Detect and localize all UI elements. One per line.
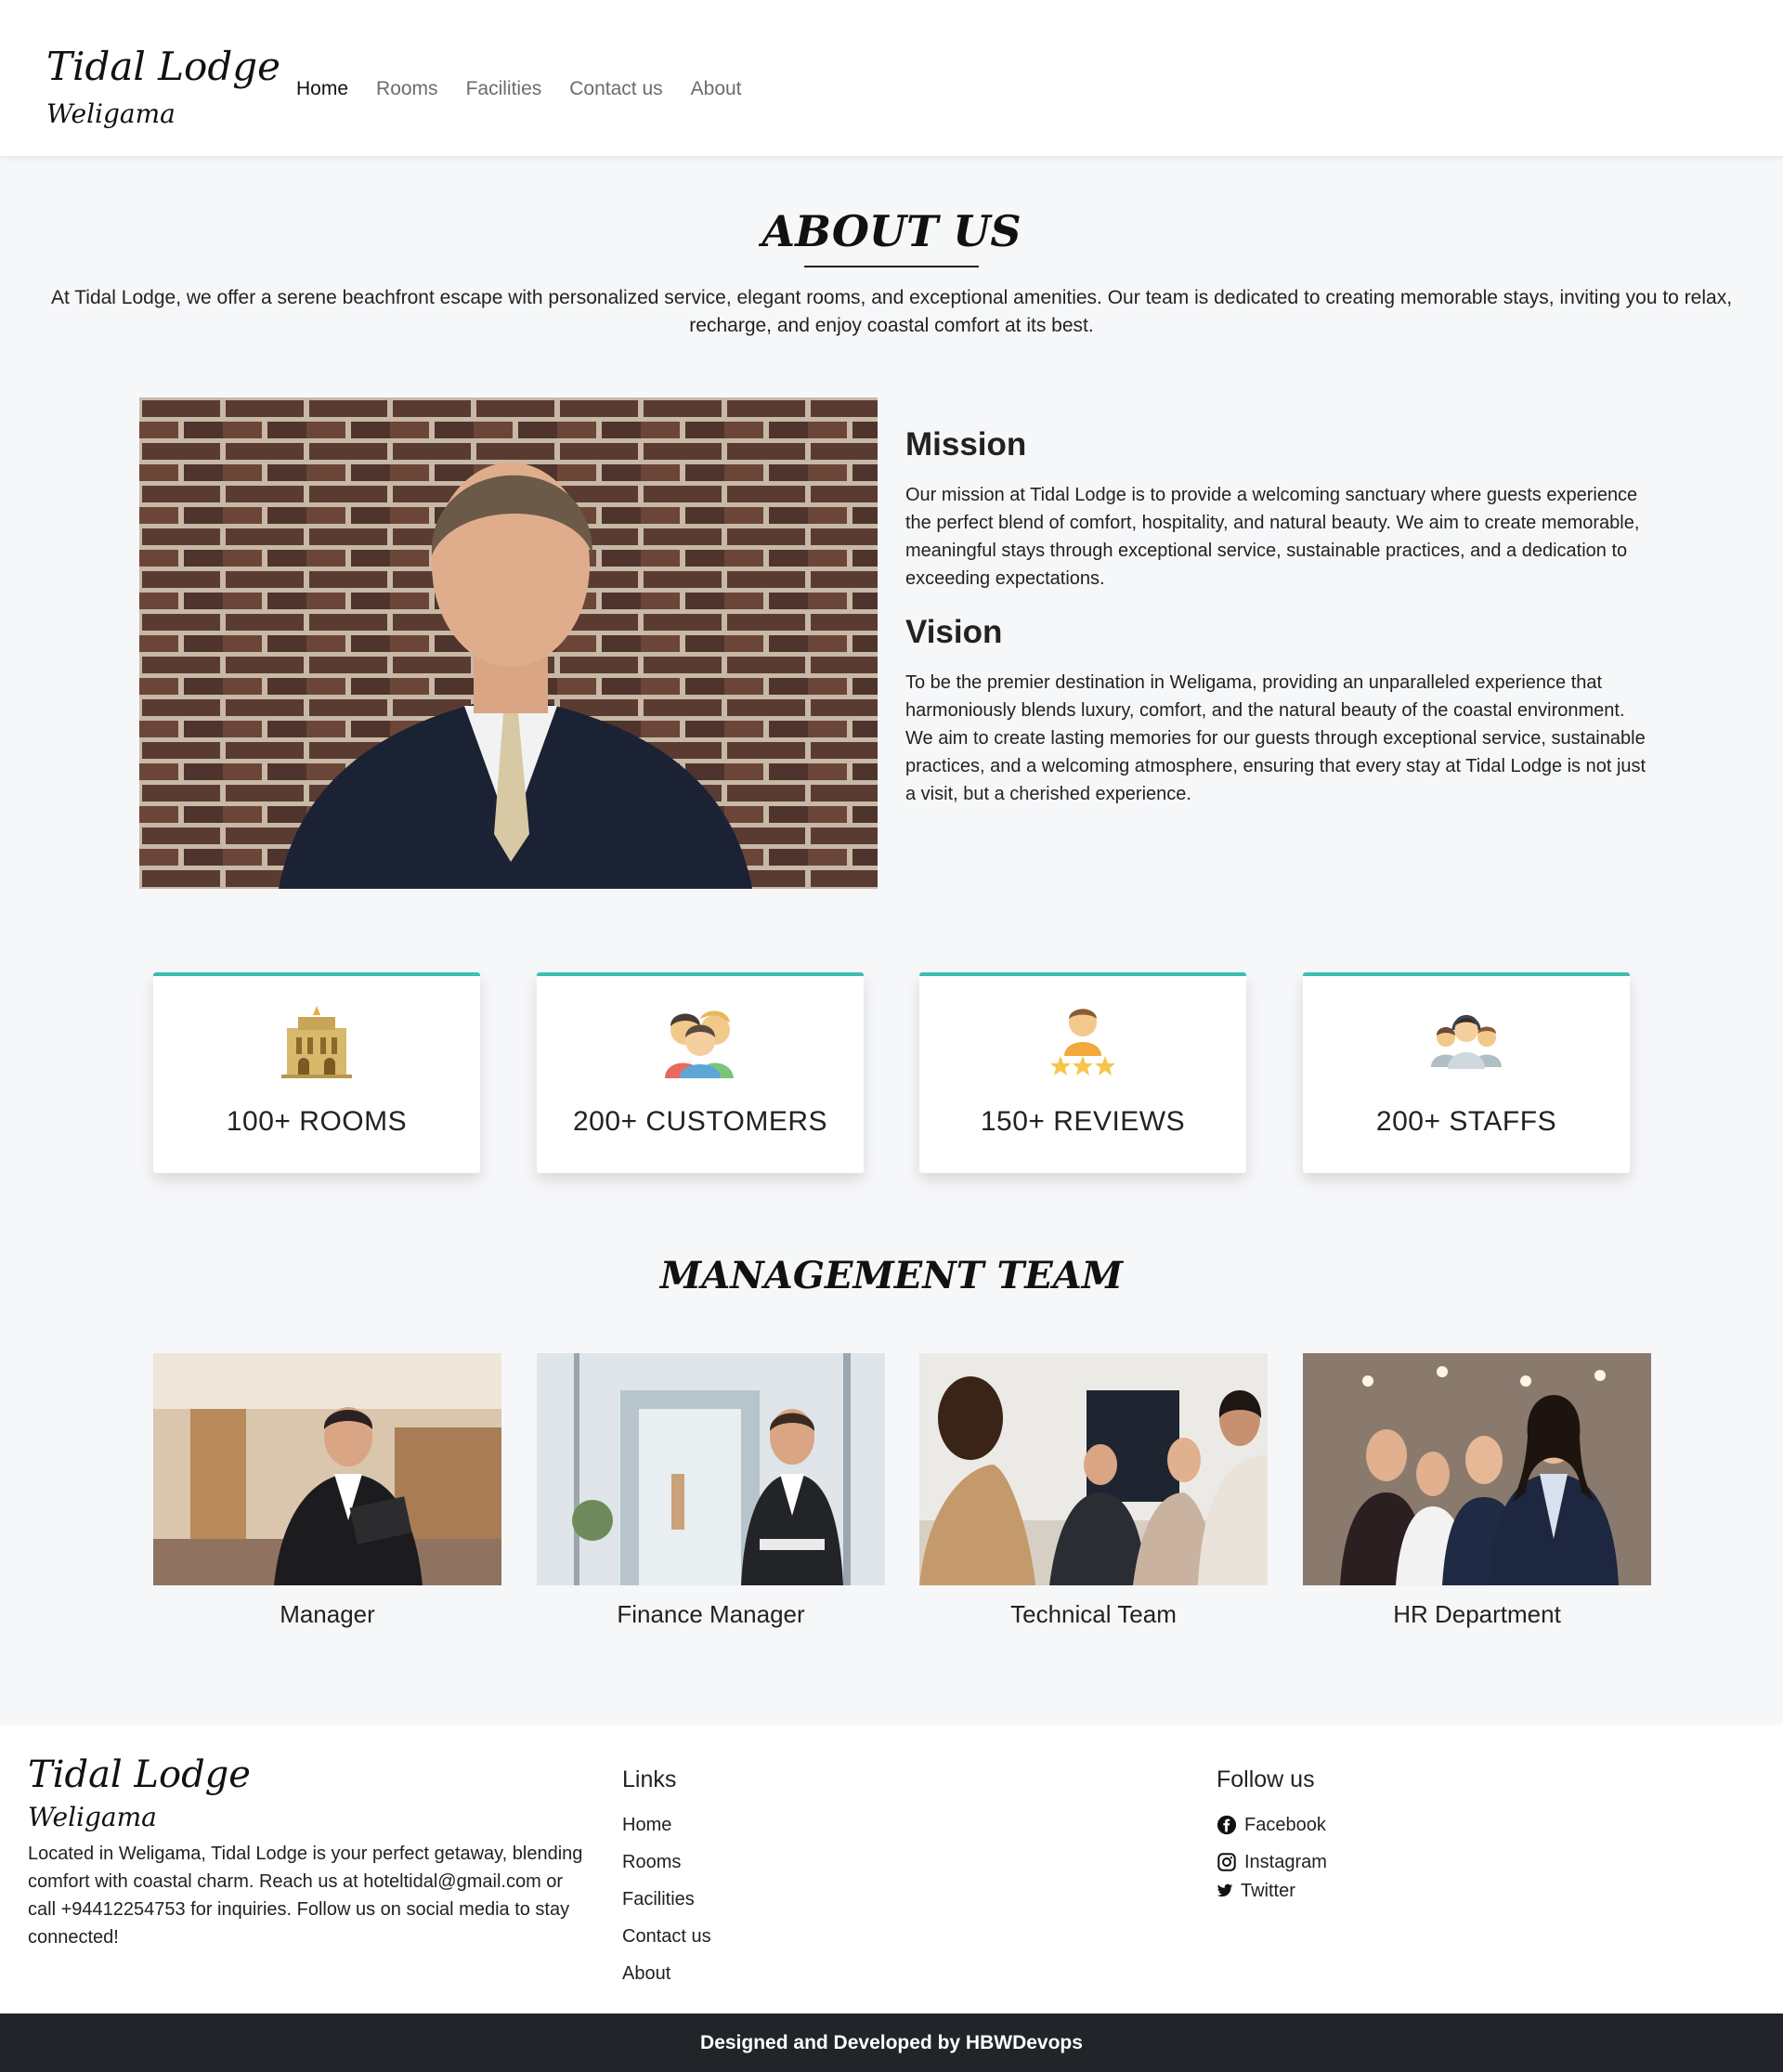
facebook-icon (1217, 1815, 1237, 1835)
team-label: Manager (280, 1600, 375, 1628)
social-instagram-label: Instagram (1244, 1851, 1327, 1872)
title-underline (804, 266, 979, 267)
mission-block: Mission Our mission at Tidal Lodge is to… (905, 424, 1648, 593)
technical-team-photo (919, 1353, 1268, 1585)
staff-team-icon (1429, 1004, 1503, 1078)
stat-label: 200+ CUSTOMERS (572, 1106, 828, 1137)
footer-description: Located in Weligama, Tidal Lodge is your… (28, 1844, 583, 1948)
team-label: Technical Team (1010, 1600, 1177, 1628)
footer-social-column: Follow us Facebook Instagram Twitter (1217, 1764, 1327, 1901)
nav-facilities[interactable]: Facilities (466, 78, 542, 100)
social-twitter-label: Twitter (1241, 1880, 1295, 1901)
footer-brand: Tidal Lodge Weligama (28, 1751, 251, 1834)
vision-text: To be the premier destination in Weligam… (905, 672, 1646, 804)
about-title: ABOUT US (761, 206, 1022, 256)
customers-group-icon (663, 1004, 737, 1078)
stat-card-reviews: 150+ REVIEWS (919, 972, 1246, 1173)
manager-photo (153, 1353, 501, 1585)
footer-brand-title: Tidal Lodge (28, 1753, 251, 1796)
footer-links-column: Links Home Rooms Facilities Contact us A… (622, 1764, 711, 1992)
twitter-icon (1217, 1883, 1233, 1897)
nav-about[interactable]: About (691, 78, 742, 100)
footer-link-about[interactable]: About (622, 1955, 711, 1992)
rating-stars-icon (1046, 1004, 1120, 1078)
brand-logo[interactable]: Tidal Lodge Weligama (46, 41, 280, 132)
stat-card-customers: 200+ CUSTOMERS (537, 972, 864, 1173)
brand-subtitle: Weligama (46, 98, 176, 129)
nav-rooms[interactable]: Rooms (376, 78, 438, 100)
finance-manager-photo (537, 1353, 885, 1585)
team-label: Finance Manager (617, 1600, 805, 1628)
team-card-finance: Finance Manager (537, 1353, 885, 1629)
hr-department-photo (1303, 1353, 1651, 1585)
team-card-technical: Technical Team (919, 1353, 1268, 1629)
social-facebook[interactable]: Facebook (1217, 1806, 1327, 1844)
social-twitter[interactable]: Twitter (1217, 1881, 1327, 1901)
owner-photo (139, 397, 878, 889)
mission-heading: Mission (905, 426, 1027, 463)
about-intro: At Tidal Lodge, we offer a serene beachf… (50, 287, 1733, 336)
hotel-building-icon (280, 1004, 354, 1078)
main-nav: Home Rooms Facilities Contact us About (296, 78, 742, 100)
footer-follow-heading: Follow us (1217, 1766, 1315, 1792)
stat-label: 100+ ROOMS (226, 1106, 408, 1137)
site-footer: Tidal Lodge Weligama Located in Weligama… (0, 1725, 1783, 2013)
footer-links-heading: Links (622, 1766, 677, 1792)
copyright-bar: Designed and Developed by HBWDevops (0, 2013, 1783, 2072)
stat-card-staffs: 200+ STAFFS (1303, 972, 1630, 1173)
social-facebook-label: Facebook (1244, 1814, 1326, 1835)
footer-link-home[interactable]: Home (622, 1806, 711, 1844)
mission-text: Our mission at Tidal Lodge is to provide… (905, 485, 1640, 589)
footer-link-contact[interactable]: Contact us (622, 1918, 711, 1955)
nav-home[interactable]: Home (296, 78, 348, 100)
footer-brand-subtitle: Weligama (28, 1802, 157, 1832)
team-card-hr: HR Department (1303, 1353, 1651, 1629)
brand-title: Tidal Lodge (46, 44, 280, 89)
footer-link-rooms[interactable]: Rooms (622, 1844, 711, 1881)
team-title: MANAGEMENT TEAM (659, 1254, 1124, 1297)
vision-block: Vision To be the premier destination in … (905, 611, 1648, 808)
social-instagram[interactable]: Instagram (1217, 1844, 1327, 1881)
vision-heading: Vision (905, 614, 1003, 650)
top-navbar: Tidal Lodge Weligama Home Rooms Faciliti… (0, 0, 1783, 156)
stat-card-rooms: 100+ ROOMS (153, 972, 480, 1173)
footer-link-facilities[interactable]: Facilities (622, 1881, 711, 1918)
stat-label: 200+ STAFFS (1375, 1106, 1557, 1137)
instagram-icon (1217, 1853, 1236, 1871)
team-card-manager: Manager (153, 1353, 501, 1629)
stat-label: 150+ REVIEWS (980, 1106, 1186, 1137)
nav-contact[interactable]: Contact us (569, 78, 662, 100)
team-label: HR Department (1393, 1600, 1561, 1628)
